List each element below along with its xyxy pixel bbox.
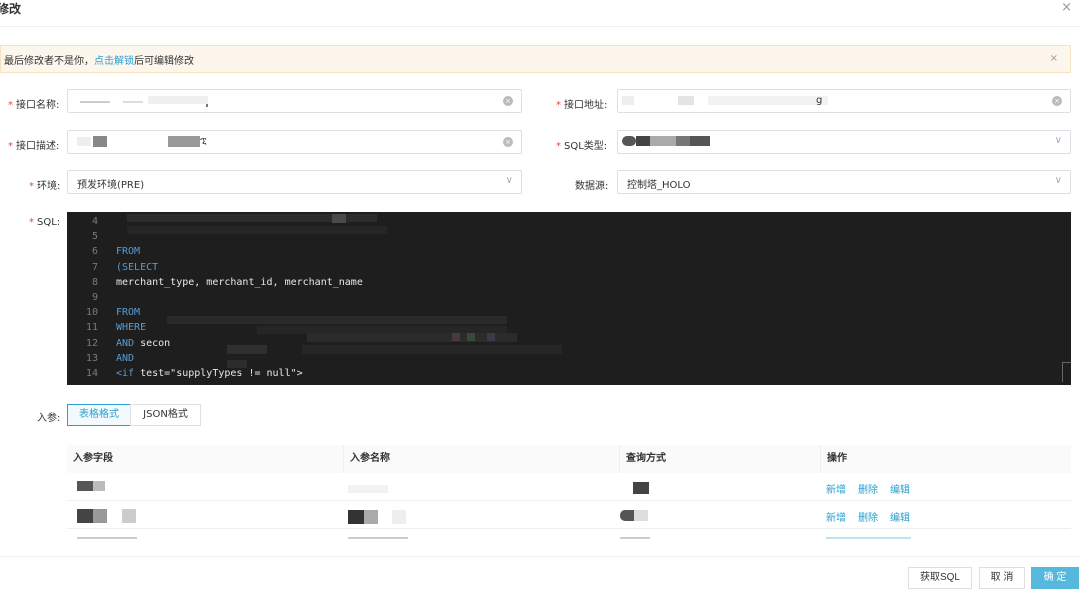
chevron-down-icon: ∨ [505,175,513,186]
table-row: 新增 删除 编辑 [67,473,1071,501]
clear-icon[interactable]: × [503,96,513,106]
notice-text-prefix: 最后修改者不是你， [4,55,94,67]
env-label: * 环境: [29,181,61,192]
code-text: <if test="supplyTypes != null"> [116,368,303,379]
delete-row-link[interactable]: 删除 [858,481,878,496]
unlock-link[interactable]: 点击解锁 [94,52,134,67]
confirm-button[interactable]: 确 定 [1031,567,1079,589]
delete-row-link[interactable]: 删除 [858,509,878,524]
api-name-input[interactable]: × [67,89,522,113]
code-text: FROM [116,246,141,258]
chevron-down-icon: ∨ [1054,135,1062,146]
sql-type-select[interactable]: ∨ [617,130,1071,154]
edit-row-link[interactable]: 编辑 [890,481,910,496]
code-line: 12 AND secon [67,338,1071,353]
cancel-button[interactable]: 取 消 [979,567,1025,589]
line-number: 5 [91,231,98,243]
line-number: 13 [85,352,98,364]
line-number: 7 [91,261,98,273]
api-desc-label: * 接口描述: [8,141,60,152]
sql-editor[interactable]: 4 5 6 FROM 7 (SELECT 8 merchant_type, merchant_… [67,212,1071,385]
line-number: 6 [91,246,98,258]
code-text: merchant_type, merchant_id, merchant_nam… [116,276,363,288]
api-desc-tail: ኚ [200,136,207,147]
clear-icon[interactable]: × [1052,96,1062,106]
sql-label: * SQL: [29,217,61,228]
code-text: FROM [116,307,141,319]
title-divider [0,26,1080,27]
get-sql-button[interactable]: 获取SQL [908,567,972,589]
footer-divider [0,556,1080,557]
code-line: 4 [67,216,1071,231]
code-line: 6 FROM [67,246,1071,261]
line-number: 9 [91,292,98,303]
table-row: 新增 删除 编辑 [67,501,1071,529]
code-text: (SELECT [116,261,159,273]
code-line: 9 [67,292,1071,307]
api-address-label: * 接口地址: [556,100,608,111]
api-address-tail: g [816,95,823,106]
column-header: 入参字段 [67,445,343,473]
line-number: 12 [85,337,98,349]
sql-type-label: * SQL类型: [556,141,608,152]
lock-notice: 最后修改者不是你， 点击解锁 后可编辑修改 × [0,45,1071,73]
close-icon[interactable]: × [1061,0,1072,15]
notice-close-icon[interactable]: × [1050,53,1058,64]
line-number: 11 [85,322,98,334]
add-row-link[interactable]: 新增 [826,509,846,524]
code-line: 10 FROM [67,307,1071,322]
env-select[interactable]: 预发环境(PRE) ∨ [67,170,522,194]
tab-table-format[interactable]: 表格格式 [67,404,131,426]
edit-row-link[interactable]: 编辑 [890,509,910,524]
line-number: 14 [85,368,98,379]
api-name-label: * 接口名称: [8,100,60,111]
line-number: 4 [91,216,98,227]
code-line: 13 AND [67,353,1071,368]
code-text: AND secon [116,337,171,349]
clear-icon[interactable]: × [503,137,513,147]
line-number: 10 [85,307,98,319]
api-desc-input[interactable]: ኚ × [67,130,522,154]
code-line: 5 [67,231,1071,246]
datasource-value: 控制塔_HOLO [627,180,691,191]
column-header: 入参名称 [344,445,620,473]
notice-text-suffix: 后可编辑修改 [134,55,194,67]
code-line: 11 WHERE [67,322,1071,337]
chevron-down-icon: ∨ [1054,175,1062,186]
datasource-label: 数据源: [575,181,609,192]
api-address-input[interactable]: g × [617,89,1071,113]
code-line: 14 <if test="supplyTypes != null"> [67,368,1071,383]
code-line: 7 (SELECT [67,262,1071,277]
code-text: AND [116,352,135,364]
env-value: 预发环境(PRE) [77,180,145,191]
params-label: 入参: [37,413,61,424]
edit-dialog: 修改 × 最后修改者不是你， 点击解锁 后可编辑修改 × * 接口名称: × * 接… [0,0,1080,589]
column-header: 查询方式 [620,445,820,473]
column-header: 操作 [821,445,1071,473]
table-row [67,529,1071,539]
code-line: 8 merchant_type, merchant_id, merchant_na… [67,277,1071,292]
code-text: WHERE [116,322,147,334]
datasource-select[interactable]: 控制塔_HOLO ∨ [617,170,1071,194]
line-number: 8 [91,276,98,288]
tab-json-format[interactable]: JSON格式 [130,404,201,426]
dialog-title: 修改 [0,2,22,16]
add-row-link[interactable]: 新增 [826,481,846,496]
